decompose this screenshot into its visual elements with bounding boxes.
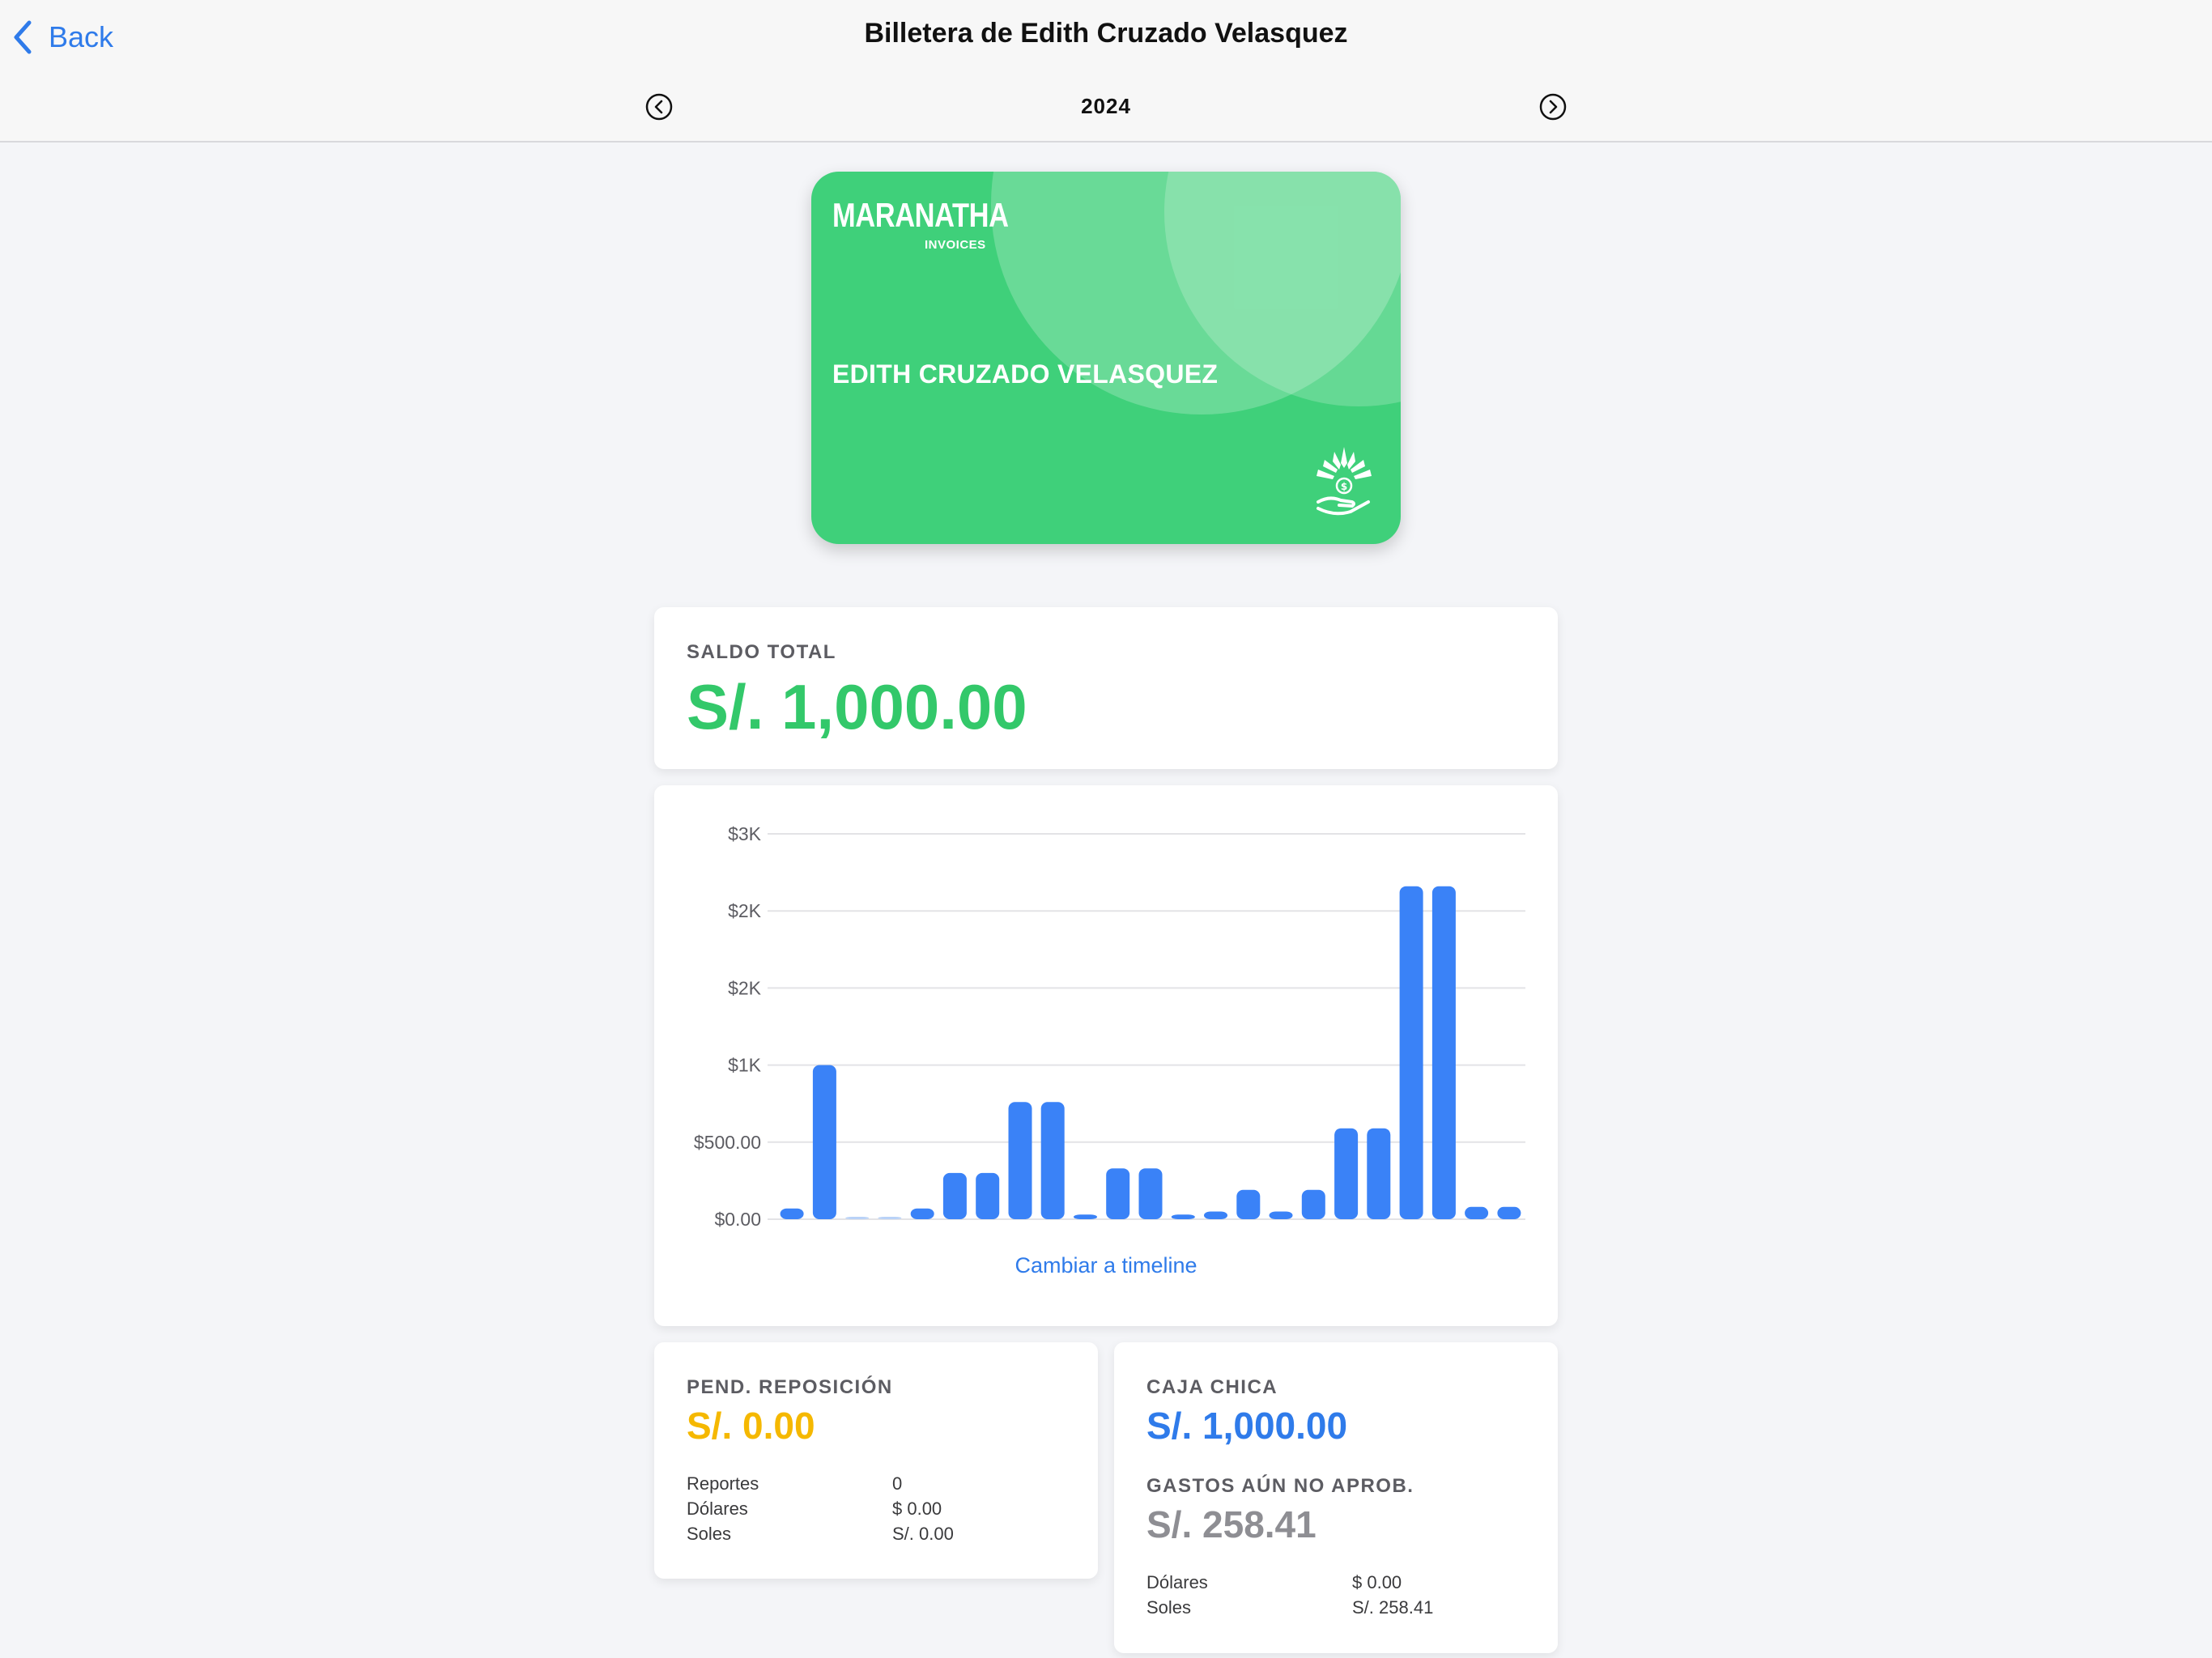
chart-bar [1269,1211,1293,1219]
detail-value: S/. 258.41 [1352,1597,1434,1618]
petty-cash-panel: CAJA CHICA S/. 1,000.00 GASTOS AÚN NO AP… [1114,1342,1558,1653]
chart-bar [1236,1189,1261,1219]
chart-bar [1399,886,1423,1219]
card-holder-name: EDITH CRUZADO VELASQUEZ [832,359,1219,389]
detail-key: Soles [1146,1597,1192,1618]
chart-bar [878,1217,902,1219]
petty-cash-details: Dólares $ 0.00 Soles S/. 258.41 [1146,1572,1514,1618]
detail-value: $ 0.00 [1352,1572,1402,1592]
chart-bar [976,1172,1000,1219]
svg-text:$: $ [1341,481,1347,492]
chart-bar [1074,1214,1097,1219]
chart-bar [1431,886,1456,1219]
y-tick-label: $0.00 [714,1209,761,1230]
money-hand-icon: $ [1317,447,1372,516]
chart-bar [780,1208,804,1219]
chart-bar [1040,1102,1065,1219]
switch-to-timeline-button[interactable]: Cambiar a timeline [654,1253,1558,1278]
y-tick-label: $2K [728,900,762,921]
y-tick-label: $3K [728,823,762,844]
chart-bar [942,1172,967,1219]
total-balance-value: S/. 1,000.00 [687,671,1027,742]
y-tick-label: $1K [728,1055,762,1076]
unapproved-expenses-label: GASTOS AÚN NO APROB. [1146,1475,1414,1497]
total-balance-panel: SALDO TOTAL S/. 1,000.00 [654,607,1558,769]
pending-details: Reportes 0 Dólares $ 0.00 Soles S/. 0.00 [687,1473,1054,1545]
chart-bar [1008,1102,1032,1219]
chart-bar [1204,1211,1227,1219]
brand-name: MARANATHA [832,196,1009,234]
bar-chart: $0.00 $500.00 $1K $2K $2K $3K [694,823,1525,1230]
wallet-card: MARANATHA INVOICES EDITH CRUZADO VELASQU… [811,172,1401,544]
year-selector: 2024 [0,87,2212,126]
y-tick-label: $500.00 [694,1132,761,1153]
y-tick-label: $2K [728,977,762,998]
chart-bar [1138,1168,1163,1219]
detail-value: 0 [892,1473,903,1494]
detail-key: Dólares [687,1499,748,1519]
chart-bar [1497,1206,1521,1219]
brand-subtitle: INVOICES [925,238,986,252]
detail-value: $ 0.00 [892,1499,942,1519]
chart-bar [1171,1214,1195,1219]
chart-bar [910,1208,934,1219]
detail-key: Soles [687,1524,732,1544]
petty-cash-label: CAJA CHICA [1146,1376,1278,1398]
chart-bar [1367,1128,1391,1219]
chevron-right-circle-icon[interactable] [1538,92,1568,121]
chart-panel: $0.00 $500.00 $1K $2K $2K $3K Cambiar a timel… [654,785,1558,1326]
chart-bar [1301,1189,1325,1219]
chart-bar [1334,1128,1359,1219]
detail-value: S/. 0.00 [892,1524,954,1544]
detail-key: Reportes [687,1473,759,1494]
unapproved-expenses-value: S/. 258.41 [1146,1503,1317,1545]
chart-bar [845,1217,870,1219]
pending-reposition-value: S/. 0.00 [687,1405,815,1447]
detail-key: Dólares [1146,1572,1208,1592]
pending-reposition-panel: PEND. REPOSICIÓN S/. 0.00 Reportes 0 Dól… [654,1342,1098,1579]
total-balance-label: SALDO TOTAL [687,641,836,663]
chart-bar [1465,1206,1489,1219]
pending-reposition-label: PEND. REPOSICIÓN [687,1376,893,1398]
chart-bar [812,1065,836,1219]
page-title: Billetera de Edith Cruzado Velasquez [864,18,1348,49]
year-label: 2024 [1081,94,1131,118]
petty-cash-value: S/. 1,000.00 [1146,1405,1348,1447]
navigation-bar: Back Billetera de Edith Cruzado Velasque… [0,0,2212,142]
chart-bar [1106,1168,1130,1219]
